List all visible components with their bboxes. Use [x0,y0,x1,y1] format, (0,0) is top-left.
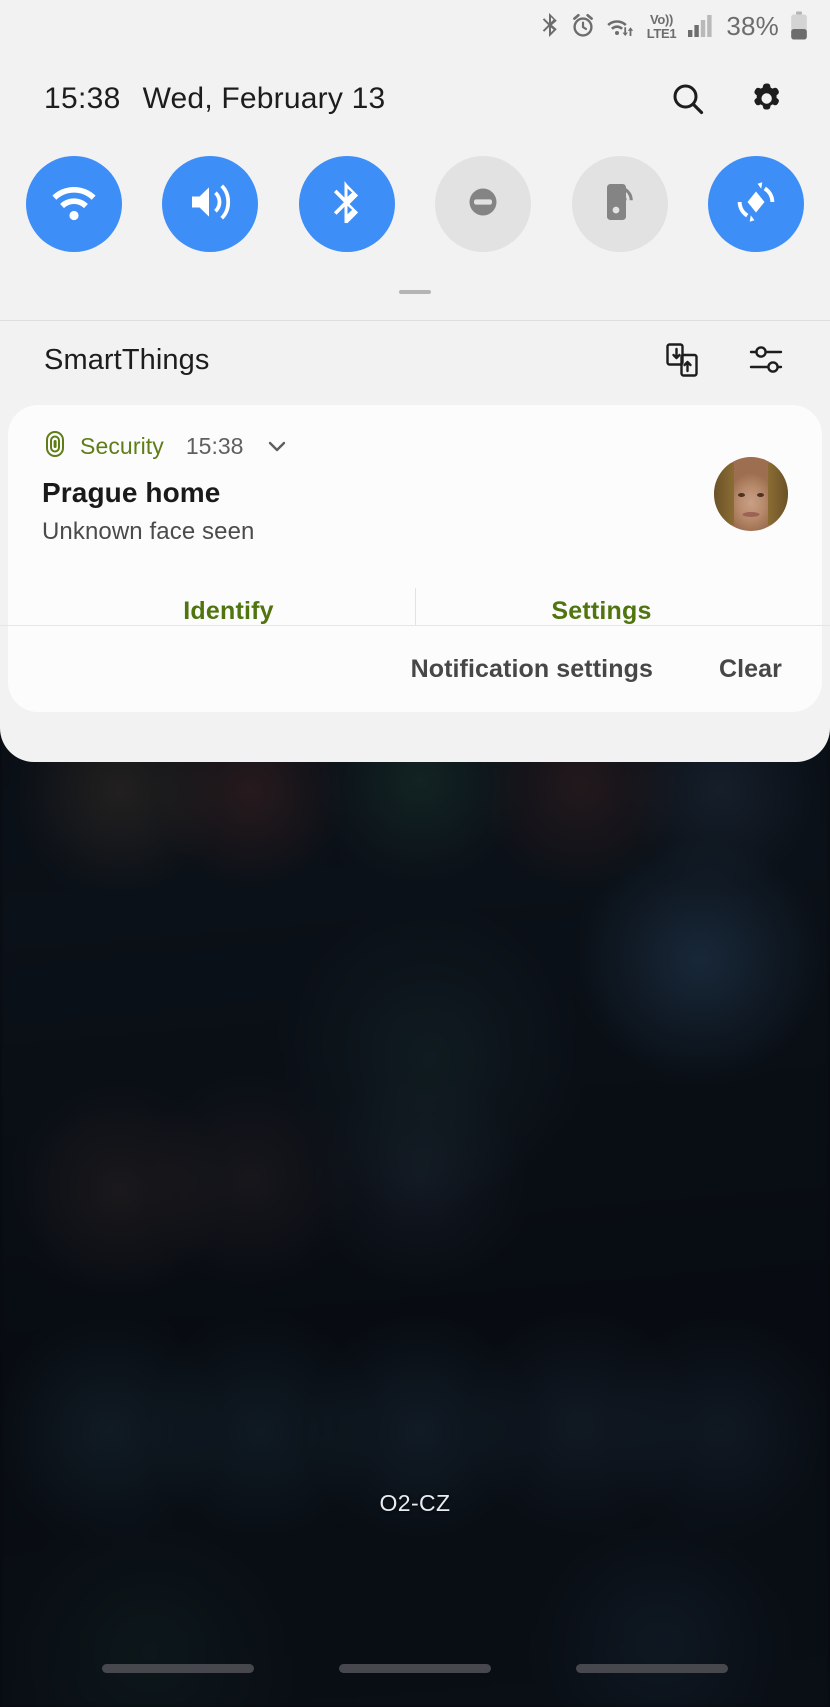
gear-icon[interactable] [740,73,792,125]
nav-recents-pill[interactable] [102,1663,255,1673]
bluetooth-icon [540,13,560,39]
navigation-bar [0,1645,830,1707]
notification-title: Prague home [42,477,221,508]
toggle-do-not-disturb[interactable] [435,156,532,252]
clock-time: 15:38 [44,82,121,115]
quick-settings-toggles [0,150,830,258]
volte-icon: Vo)) LTE1 [646,11,677,41]
notification-content: Security 15:38 Prague home Unknown face … [8,405,822,650]
shade-drag-handle[interactable] [399,290,431,294]
battery-percent-label: 38% [726,10,779,41]
device-transfer-icon[interactable] [656,334,708,386]
wifi-icon [50,178,98,231]
toggle-wifi[interactable] [26,156,122,252]
status-bar: Vo)) LTE1 38% [0,0,830,52]
search-icon[interactable] [662,73,714,125]
nav-home-pill[interactable] [338,1663,491,1673]
toggle-sound[interactable] [162,156,259,252]
notification-card[interactable]: Security 15:38 Prague home Unknown face … [8,405,822,650]
auto-rotate-icon [732,178,780,231]
wifi-transfer-icon [606,13,636,39]
alarm-icon [571,13,595,39]
smartthings-title: SmartThings [44,343,210,376]
dnd-icon [459,178,507,231]
carrier-label: O2-CZ [379,1490,451,1516]
smartthings-header: SmartThings [0,321,830,399]
notification-shade: Vo)) LTE1 38% 15:38 Wed, February 13 Sma… [0,0,830,762]
shade-header: 15:38 Wed, February 13 [0,60,830,138]
sliders-icon[interactable] [740,334,792,386]
notification-meta-row: Security 15:38 [42,430,788,463]
hotspot-icon [596,178,644,231]
bluetooth-icon [323,178,371,231]
notification-app-name: Security [80,432,164,459]
chevron-down-icon[interactable] [265,434,289,458]
toggle-mobile-hotspot[interactable] [571,156,668,252]
toggle-bluetooth[interactable] [298,156,395,252]
clock-date: Wed, February 13 [142,82,386,115]
clear-button[interactable]: Clear [719,655,782,684]
sound-icon [186,178,234,231]
phone-screen: O2-CZ Vo)) LTE1 38% 15:38 Wed, February … [0,0,830,1707]
battery-icon [790,11,808,41]
nav-back-pill[interactable] [575,1663,728,1673]
shade-footer: Notification settings Clear [8,626,822,712]
toggle-auto-rotate[interactable] [707,156,804,252]
signal-bars-icon [687,13,713,39]
fingerprint-icon [42,430,68,463]
notification-text: Unknown face seen [42,518,255,545]
face-thumbnail[interactable] [714,457,788,531]
notification-settings-button[interactable]: Notification settings [411,655,653,684]
notification-time: 15:38 [185,432,244,459]
